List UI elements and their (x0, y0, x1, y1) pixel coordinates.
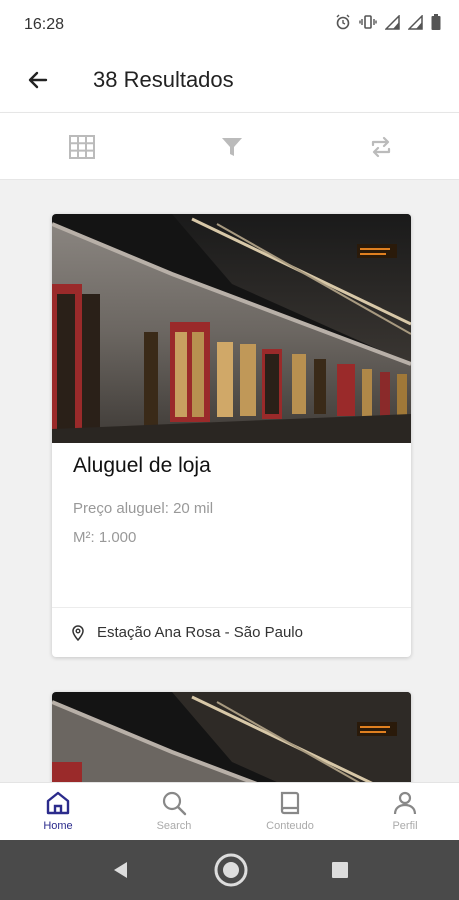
nav-home[interactable]: Home (18, 789, 98, 832)
app-bar: 38 Resultados (0, 50, 459, 112)
book-icon (280, 791, 300, 815)
filter-button[interactable] (218, 133, 246, 161)
results-toolbar (0, 112, 459, 180)
system-home-button[interactable] (213, 852, 249, 888)
home-icon (46, 791, 70, 815)
listing-card[interactable] (52, 692, 411, 782)
listing-photo (52, 692, 411, 782)
search-icon (162, 791, 187, 816)
system-back-button[interactable] (103, 852, 139, 888)
status-icons (335, 14, 441, 30)
system-recents-button[interactable] (322, 852, 358, 888)
nav-home-label: Home (43, 820, 73, 832)
square-recents-icon (332, 862, 348, 878)
results-list: Aluguel de loja Preço aluguel: 20 mil M²… (0, 180, 459, 782)
person-icon (393, 791, 417, 815)
listing-price: Preço aluguel: 20 mil (73, 500, 214, 517)
arrow-left-icon (28, 71, 48, 89)
battery-icon (431, 14, 441, 30)
nav-conteudo[interactable]: Conteudo (250, 789, 330, 832)
grid-view-button[interactable] (68, 133, 96, 161)
card-divider (52, 607, 411, 608)
listing-location-text: Estação Ana Rosa - São Paulo (97, 624, 303, 641)
nav-perfil[interactable]: Perfil (365, 789, 445, 832)
nav-search-label: Search (156, 820, 192, 832)
filter-icon (222, 138, 242, 156)
nav-search[interactable]: Search (134, 789, 214, 832)
swap-icon (371, 136, 391, 158)
nav-perfil-label: Perfil (392, 820, 418, 832)
listing-title: Aluguel de loja (73, 454, 211, 477)
page-title: 38 Resultados (93, 67, 234, 92)
triangle-back-icon (114, 862, 127, 878)
signal-icon (385, 14, 400, 30)
nav-conteudo-label: Conteudo (266, 820, 314, 832)
grid-icon (69, 135, 95, 159)
alarm-icon (336, 14, 350, 30)
signal-2-icon (408, 14, 423, 30)
location-pin-icon (72, 624, 84, 641)
listing-location: Estação Ana Rosa - São Paulo (71, 624, 303, 641)
status-bar: 16:28 (0, 0, 459, 50)
circle-home-icon (214, 853, 248, 887)
status-time: 16:28 (24, 16, 65, 33)
sort-button[interactable] (367, 133, 395, 161)
back-button[interactable] (24, 66, 52, 94)
listing-photo (52, 214, 411, 443)
bottom-navigation: Home Search Conteudo Perfil (0, 782, 459, 841)
vibrate-icon (359, 15, 377, 29)
listing-area: M²: 1.000 (73, 529, 137, 546)
system-navigation-bar (0, 840, 459, 900)
listing-card[interactable]: Aluguel de loja Preço aluguel: 20 mil M²… (52, 214, 411, 657)
